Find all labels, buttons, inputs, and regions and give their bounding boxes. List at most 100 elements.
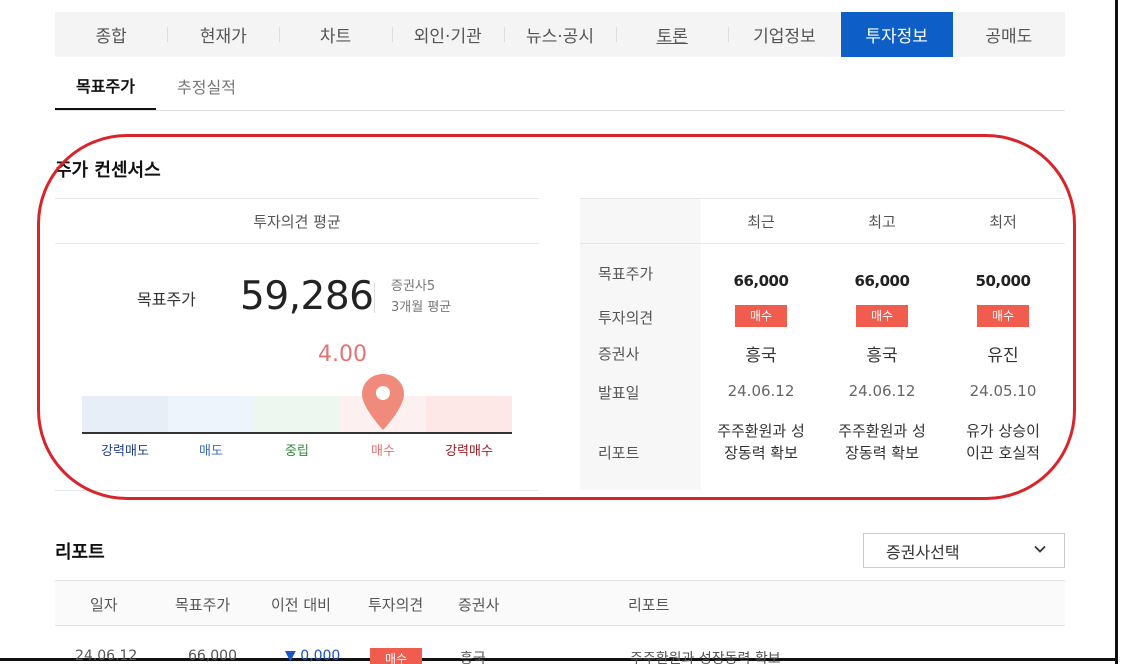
scale-segment xyxy=(426,396,512,432)
subtab-target-price[interactable]: 목표주가 xyxy=(55,62,156,110)
tab-summary[interactable]: 종합 xyxy=(55,12,167,57)
row-label-date: 발표일 xyxy=(598,384,640,402)
tab-label: 종합 xyxy=(95,27,127,47)
highest-report-link[interactable]: 주주환원과 성 장동력 확보 xyxy=(822,420,942,464)
tab-discussion[interactable]: 토론 xyxy=(616,12,728,57)
subtab-estimated-earnings[interactable]: 추정실적 xyxy=(156,62,257,110)
target-price-label: 목표주가 xyxy=(137,290,196,309)
report-line: 주주환원과 성 xyxy=(717,422,805,440)
select-label: 증권사선택 xyxy=(886,542,960,562)
highest-date: 24.06.12 xyxy=(848,382,916,400)
buy-badge: 매수 xyxy=(856,305,908,327)
map-pin-icon xyxy=(362,374,404,430)
recent-opinion: 매수 xyxy=(701,305,821,327)
row-label-opinion: 투자의견 xyxy=(598,309,654,327)
table-row[interactable]: 24.06.12 66,000 ▼ 0,000 매수 흥국 주주환원과 성장동력… xyxy=(55,648,1065,664)
scale-segment xyxy=(82,396,168,432)
consensus-summary-table: 최근 최고 최저 목표주가 투자의견 증권사 발표일 리포트 66,000 매수… xyxy=(580,198,1065,490)
row-date: 24.06.12 xyxy=(75,648,138,664)
report-title: 리포트 xyxy=(55,542,105,563)
buy-badge: 매수 xyxy=(735,305,787,327)
chevron-down-icon xyxy=(1034,545,1046,553)
tab-label: 공매도 xyxy=(985,27,1033,47)
lowest-broker: 유진 xyxy=(987,346,1019,366)
scale-segment xyxy=(254,396,340,432)
row-label-report: 리포트 xyxy=(598,444,640,462)
subtab-label: 목표주가 xyxy=(76,77,135,96)
lowest-target-price: 50,000 xyxy=(975,272,1031,290)
column-header-lowest: 최저 xyxy=(989,213,1017,231)
tab-current-price[interactable]: 현재가 xyxy=(167,12,279,57)
scale-label: 중립 xyxy=(285,444,309,459)
target-price-meta: 증권사5 3개월 평균 xyxy=(391,276,451,318)
report-line: 이끈 호실적 xyxy=(966,444,1040,462)
tab-short-selling[interactable]: 공매도 xyxy=(953,12,1065,57)
scale-label: 매도 xyxy=(199,444,223,459)
average-period: 3개월 평균 xyxy=(391,300,452,315)
scale-label: 강력매도 xyxy=(101,444,149,459)
opinion-score: 4.00 xyxy=(318,342,367,367)
row-opinion: 매수 xyxy=(370,648,422,664)
row-target-price: 66,000 xyxy=(188,648,237,664)
tab-label: 투자정보 xyxy=(865,27,928,47)
report-line: 유가 상승이 xyxy=(966,422,1040,440)
row-change: ▼ 0,000 xyxy=(285,648,341,664)
tab-label: 기업정보 xyxy=(753,27,816,47)
row-label-target-price: 목표주가 xyxy=(598,265,654,283)
highest-opinion: 매수 xyxy=(822,305,942,327)
sub-tab-bar: 목표주가 추정실적 xyxy=(55,62,1065,111)
buy-badge: 매수 xyxy=(977,305,1029,327)
tab-label: 뉴스·공시 xyxy=(526,27,594,47)
tab-label: 현재가 xyxy=(199,27,247,47)
opinion-scale-labels: 강력매도 매도 중립 매수 강력매수 xyxy=(82,440,512,459)
scale-segment xyxy=(168,396,254,432)
lowest-opinion: 매수 xyxy=(943,305,1063,327)
lowest-date: 24.05.10 xyxy=(969,382,1037,400)
subtab-label: 추정실적 xyxy=(177,78,236,97)
scale-label: 강력매수 xyxy=(445,444,493,459)
scale-label: 매수 xyxy=(371,444,395,459)
column-header-date: 일자 xyxy=(90,596,118,614)
opinion-average-header: 투자의견 평균 xyxy=(55,198,539,244)
column-header-broker: 증권사 xyxy=(458,596,500,614)
highest-target-price: 66,000 xyxy=(854,272,910,290)
recent-broker: 흥국 xyxy=(745,346,777,366)
buy-badge: 매수 xyxy=(370,648,422,664)
column-header-target-price: 목표주가 xyxy=(175,596,231,614)
recent-target-price: 66,000 xyxy=(733,272,789,290)
column-header-change: 이전 대비 xyxy=(271,596,331,614)
divider xyxy=(374,283,375,313)
tab-investment-info[interactable]: 투자정보 xyxy=(840,12,953,57)
consensus-title: 주가 컨센서스 xyxy=(55,160,161,181)
row-report-link[interactable]: 주주환원과 성장동력 확보 xyxy=(630,648,781,664)
frame-edge xyxy=(1115,0,1118,664)
tab-chart[interactable]: 차트 xyxy=(279,12,391,57)
column-header-recent: 최근 xyxy=(747,213,775,231)
lowest-report-link[interactable]: 유가 상승이 이끈 호실적 xyxy=(943,420,1063,464)
tab-label: 외인·기관 xyxy=(413,27,482,47)
report-line: 장동력 확보 xyxy=(845,444,919,462)
report-table-header: 일자 목표주가 이전 대비 투자의견 증권사 리포트 xyxy=(55,580,1065,626)
top-tab-bar: 종합 현재가 차트 외인·기관 뉴스·공시 토론 기업정보 투자정보 공매도 xyxy=(55,12,1065,57)
tab-foreign-institution[interactable]: 외인·기관 xyxy=(391,12,504,57)
highest-broker: 흥국 xyxy=(866,346,898,366)
opinion-scale-bar xyxy=(82,396,512,434)
broker-select-dropdown[interactable]: 증권사선택 xyxy=(863,533,1065,568)
tab-news[interactable]: 뉴스·공시 xyxy=(503,12,616,57)
row-label-broker: 증권사 xyxy=(598,345,640,363)
table-header: 최근 최고 최저 xyxy=(580,198,1065,244)
tab-label: 차트 xyxy=(319,27,352,47)
column-header-report: 리포트 xyxy=(628,596,670,614)
recent-report-link[interactable]: 주주환원과 성 장동력 확보 xyxy=(701,420,821,464)
tab-company-info[interactable]: 기업정보 xyxy=(728,12,840,57)
column-header-opinion: 투자의견 xyxy=(368,596,424,614)
column-header-highest: 최고 xyxy=(868,213,896,231)
tab-label: 토론 xyxy=(656,27,688,47)
broker-count: 증권사5 xyxy=(391,279,436,294)
divider xyxy=(55,490,539,491)
row-broker: 흥국 xyxy=(460,651,486,664)
recent-date: 24.06.12 xyxy=(727,382,795,400)
target-price-value: 59,286 xyxy=(240,274,374,319)
report-line: 장동력 확보 xyxy=(724,444,798,462)
report-line: 주주환원과 성 xyxy=(838,422,926,440)
